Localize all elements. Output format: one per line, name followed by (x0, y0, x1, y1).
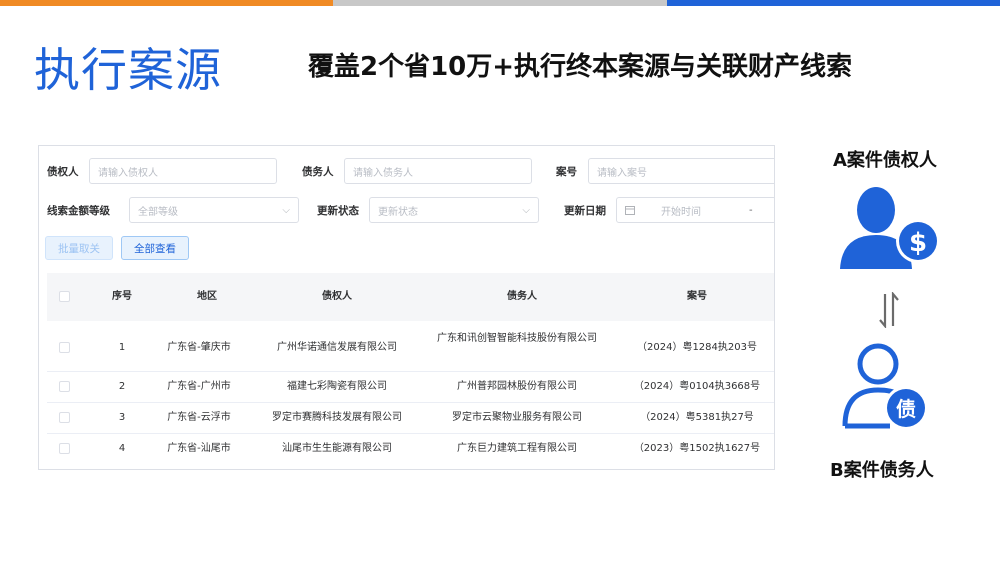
case-search-panel: 债权人 请输入债权人 债务人 请输入债务人 案号 请输入案号 线索金额等级 全部… (38, 145, 775, 470)
update-status-value: 更新状态 (378, 206, 418, 218)
row-checkbox[interactable] (59, 342, 70, 353)
row-region: 广东省-汕尾市 (167, 443, 231, 454)
case-input-placeholder: 请输入案号 (597, 167, 647, 179)
row-case-number: （2024）粤1284执203号 (637, 342, 757, 353)
header-debtor: 债务人 (507, 291, 537, 302)
row-creditor: 广州华诺通信发展有限公司 (277, 342, 397, 353)
accent-bar-orange (0, 0, 333, 6)
creditor-icon: $ (840, 187, 940, 269)
batch-unfollow-button[interactable]: 批量取关 (45, 236, 113, 260)
case-number-input[interactable]: 请输入案号 (588, 158, 774, 184)
case-filter-label: 案号 (556, 165, 577, 178)
row-region: 广东省-云浮市 (167, 412, 231, 423)
creditor-filter-label: 债权人 (47, 165, 79, 178)
update-date-filter: 更新日期 开始时间 - (564, 197, 774, 223)
header-region: 地区 (197, 291, 217, 302)
calendar-icon (625, 206, 635, 215)
row-case-number: （2024）粤5381执27号 (640, 412, 754, 423)
row-no: 2 (118, 381, 126, 392)
case-filter: 案号 请输入案号 (556, 158, 774, 184)
row-creditor: 汕尾市生生能源有限公司 (282, 443, 392, 454)
date-range-separator: - (749, 204, 753, 216)
debtor-role-label: B案件债务人 (830, 460, 934, 481)
row-region: 广东省-广州市 (167, 381, 231, 392)
date-range-picker[interactable]: 开始时间 - (616, 197, 774, 223)
debt-char: 债 (896, 397, 916, 421)
row-case-number: （2023）粤1502执1627号 (633, 443, 761, 454)
dollar-symbol: $ (909, 228, 927, 258)
creditor-input-placeholder: 请输入债权人 (98, 167, 158, 179)
row-creditor: 福建七彩陶瓷有限公司 (287, 381, 387, 392)
update-date-label: 更新日期 (564, 204, 606, 217)
select-all-checkbox[interactable] (59, 291, 70, 302)
row-checkbox[interactable] (59, 381, 70, 392)
debtor-input[interactable]: 请输入债务人 (344, 158, 532, 184)
table-header: 序号 地区 债权人 债务人 案号 (47, 273, 774, 321)
row-region: 广东省-肇庆市 (167, 342, 231, 353)
amount-level-value: 全部等级 (138, 206, 178, 218)
row-divider (47, 371, 774, 372)
creditor-filter: 债权人 请输入债权人 (47, 158, 277, 184)
amount-level-label: 线索金额等级 (47, 204, 110, 217)
row-divider (47, 433, 774, 434)
row-no: 4 (118, 443, 126, 454)
date-start-placeholder: 开始时间 (661, 206, 701, 218)
accent-bar-blue (667, 0, 1000, 6)
chevron-down-icon: ⌵ (522, 204, 530, 216)
debtor-filter-label: 债务人 (302, 165, 334, 178)
row-debtor: 罗定市云聚物业服务有限公司 (452, 412, 582, 423)
update-status-filter: 更新状态 更新状态 ⌵ (317, 197, 539, 223)
row-checkbox[interactable] (59, 443, 70, 454)
debtor-filter: 债务人 请输入债务人 (302, 158, 532, 184)
row-debtor: 广州普邦园林股份有限公司 (457, 381, 577, 392)
amount-level-select[interactable]: 全部等级 ⌵ (129, 197, 299, 223)
row-creditor: 罗定市赛腾科技发展有限公司 (272, 412, 402, 423)
row-no: 3 (118, 412, 126, 423)
amount-level-filter: 线索金额等级 全部等级 ⌵ (47, 197, 299, 223)
top-accent-bar (0, 0, 1000, 6)
row-debtor: 广东和讯创智智能科技股份有限公司 (437, 333, 597, 344)
view-all-button[interactable]: 全部查看 (121, 236, 189, 260)
page-title: 执行案源 (34, 43, 222, 97)
row-divider (47, 402, 774, 403)
update-status-select[interactable]: 更新状态 ⌵ (369, 197, 539, 223)
header-case-number: 案号 (687, 291, 707, 302)
chevron-down-icon: ⌵ (282, 204, 290, 216)
row-no: 1 (118, 342, 126, 353)
debtor-input-placeholder: 请输入债务人 (353, 167, 413, 179)
accent-bar-gray (333, 0, 667, 6)
swap-arrows-icon (879, 292, 899, 328)
creditor-role-label: A案件债权人 (833, 150, 937, 171)
row-checkbox[interactable] (59, 412, 70, 423)
page-subtitle: 覆盖2个省10万+执行终本案源与关联财产线索 (308, 52, 853, 82)
row-debtor: 广东巨力建筑工程有限公司 (457, 443, 577, 454)
debtor-icon: 债 (842, 343, 928, 430)
row-case-number: （2024）粤0104执3668号 (633, 381, 761, 392)
header-creditor: 债权人 (322, 291, 352, 302)
update-status-label: 更新状态 (317, 204, 359, 217)
header-no: 序号 (112, 291, 132, 302)
creditor-input[interactable]: 请输入债权人 (89, 158, 277, 184)
